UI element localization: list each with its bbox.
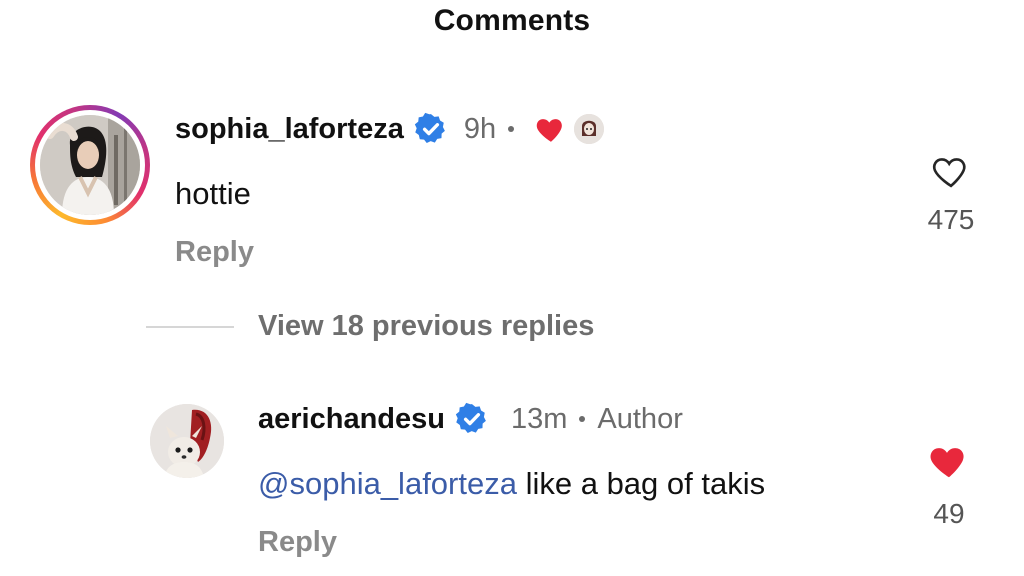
heart-outline-icon[interactable]: [931, 152, 971, 190]
like-column: 475: [916, 152, 986, 236]
creator-avatar: [574, 114, 605, 144]
divider-line: [146, 325, 234, 328]
reply-button[interactable]: Reply: [258, 526, 337, 559]
comments-header: Comments: [0, 0, 1024, 48]
comment-text: hottie: [175, 176, 251, 211]
reply-time: 13m: [510, 402, 568, 435]
comment-time: 9h: [463, 112, 497, 145]
separator-dot: [508, 126, 515, 132]
author-badge: Author: [597, 402, 683, 435]
separator-dot: [579, 416, 586, 422]
verified-badge-icon: [455, 402, 486, 434]
view-previous-replies-button[interactable]: View 18 previous replies: [146, 310, 594, 343]
mention-link[interactable]: @sophia_laforteza: [258, 466, 517, 501]
view-replies-label: View 18 previous replies: [258, 310, 595, 342]
reply-username[interactable]: aerichandesu: [258, 403, 445, 436]
comment-username[interactable]: sophia_laforteza: [175, 113, 404, 146]
avatar-photo: [40, 115, 140, 215]
heart-filled-icon[interactable]: [927, 440, 971, 480]
reply-text: @sophia_laforteza like a bag of takis: [258, 466, 765, 502]
comment-meta: sophia_laforteza 9h: [175, 112, 605, 146]
reply-text-body: like a bag of takis: [516, 466, 766, 501]
avatar[interactable]: [150, 404, 224, 478]
page-title: Comments: [433, 4, 591, 37]
like-count: 49: [933, 498, 965, 529]
reply-button[interactable]: Reply: [175, 236, 254, 269]
avatar: [40, 115, 140, 215]
like-count: 475: [927, 204, 975, 235]
reply-meta: aerichandesu 13m Author: [258, 402, 683, 436]
heart-filled-icon: [536, 119, 562, 142]
verified-badge-icon: [414, 112, 445, 144]
avatar-story-ring[interactable]: [30, 105, 150, 225]
avatar-photo: [150, 404, 224, 478]
like-column: 49: [914, 440, 984, 530]
